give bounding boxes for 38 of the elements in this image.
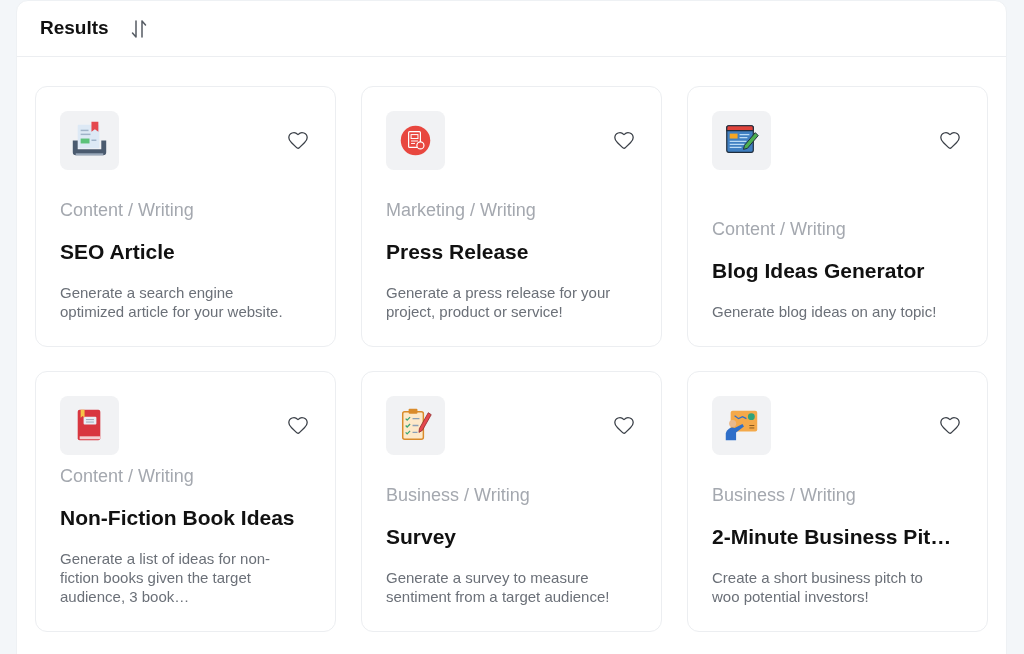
card-description: Generate a survey to measure sentiment from a target audience! — [386, 568, 611, 606]
card-title: 2-Minute Business Pit… — [712, 524, 953, 550]
card-title: Non-Fiction Book Ideas — [60, 505, 296, 531]
heart-icon[interactable] — [613, 414, 635, 436]
heart-icon[interactable] — [939, 129, 961, 151]
results-heading: Results — [40, 16, 109, 41]
tool-card[interactable]: Content / Writing SEO Article Generate a search engine optimized article for your website. — [35, 86, 336, 347]
tool-card[interactable]: Business / Writing Survey Generate a survey to measure sentiment from a target audience! — [361, 371, 662, 632]
card-description: Generate a press release for your project, product or service! — [386, 283, 612, 321]
presenter-board-icon — [712, 396, 771, 455]
category-label: Marketing / Writing — [386, 199, 537, 222]
heart-icon[interactable] — [287, 414, 309, 436]
card-description: Generate a list of ideas for non-fiction books given the target audience, 3 book… — [60, 549, 272, 606]
card-title: Press Release — [386, 239, 530, 265]
card-description: Generate a search engine optimized article for your website. — [60, 283, 284, 321]
heart-icon[interactable] — [939, 414, 961, 436]
document-tray-icon — [60, 111, 119, 170]
book-icon — [60, 396, 119, 455]
category-label: Content / Writing — [60, 465, 195, 488]
card-description: Generate blog ideas on any topic! — [712, 302, 938, 321]
category-label: Content / Writing — [712, 218, 847, 241]
clipboard-checklist-icon — [386, 396, 445, 455]
heart-icon[interactable] — [613, 129, 635, 151]
browser-pencil-icon — [712, 111, 771, 170]
tool-card[interactable]: Content / Writing Non-Fiction Book Ideas Generate a list of ideas for non-fiction books given the target audience, 3 book… — [35, 371, 336, 632]
category-label: Content / Writing — [60, 199, 195, 222]
card-title: Survey — [386, 524, 458, 550]
tool-card[interactable]: Content / Writing Blog Ideas Generator Generate blog ideas on any topic! — [687, 86, 988, 347]
card-description: Create a short business pitch to woo potential investors! — [712, 568, 924, 606]
category-label: Business / Writing — [386, 484, 531, 507]
card-title: SEO Article — [60, 239, 176, 265]
sort-icon[interactable] — [130, 18, 147, 39]
heart-icon[interactable] — [287, 129, 309, 151]
card-title: Blog Ideas Generator — [712, 258, 926, 284]
tool-card[interactable]: Marketing / Writing Press Release Generate a press release for your project, product or service! — [361, 86, 662, 347]
document-badge-icon — [386, 111, 445, 170]
category-label: Business / Writing — [712, 484, 857, 507]
tool-card[interactable]: Business / Writing 2-Minute Business Pit… Create a short business pitch to woo potential investors! — [687, 371, 988, 632]
